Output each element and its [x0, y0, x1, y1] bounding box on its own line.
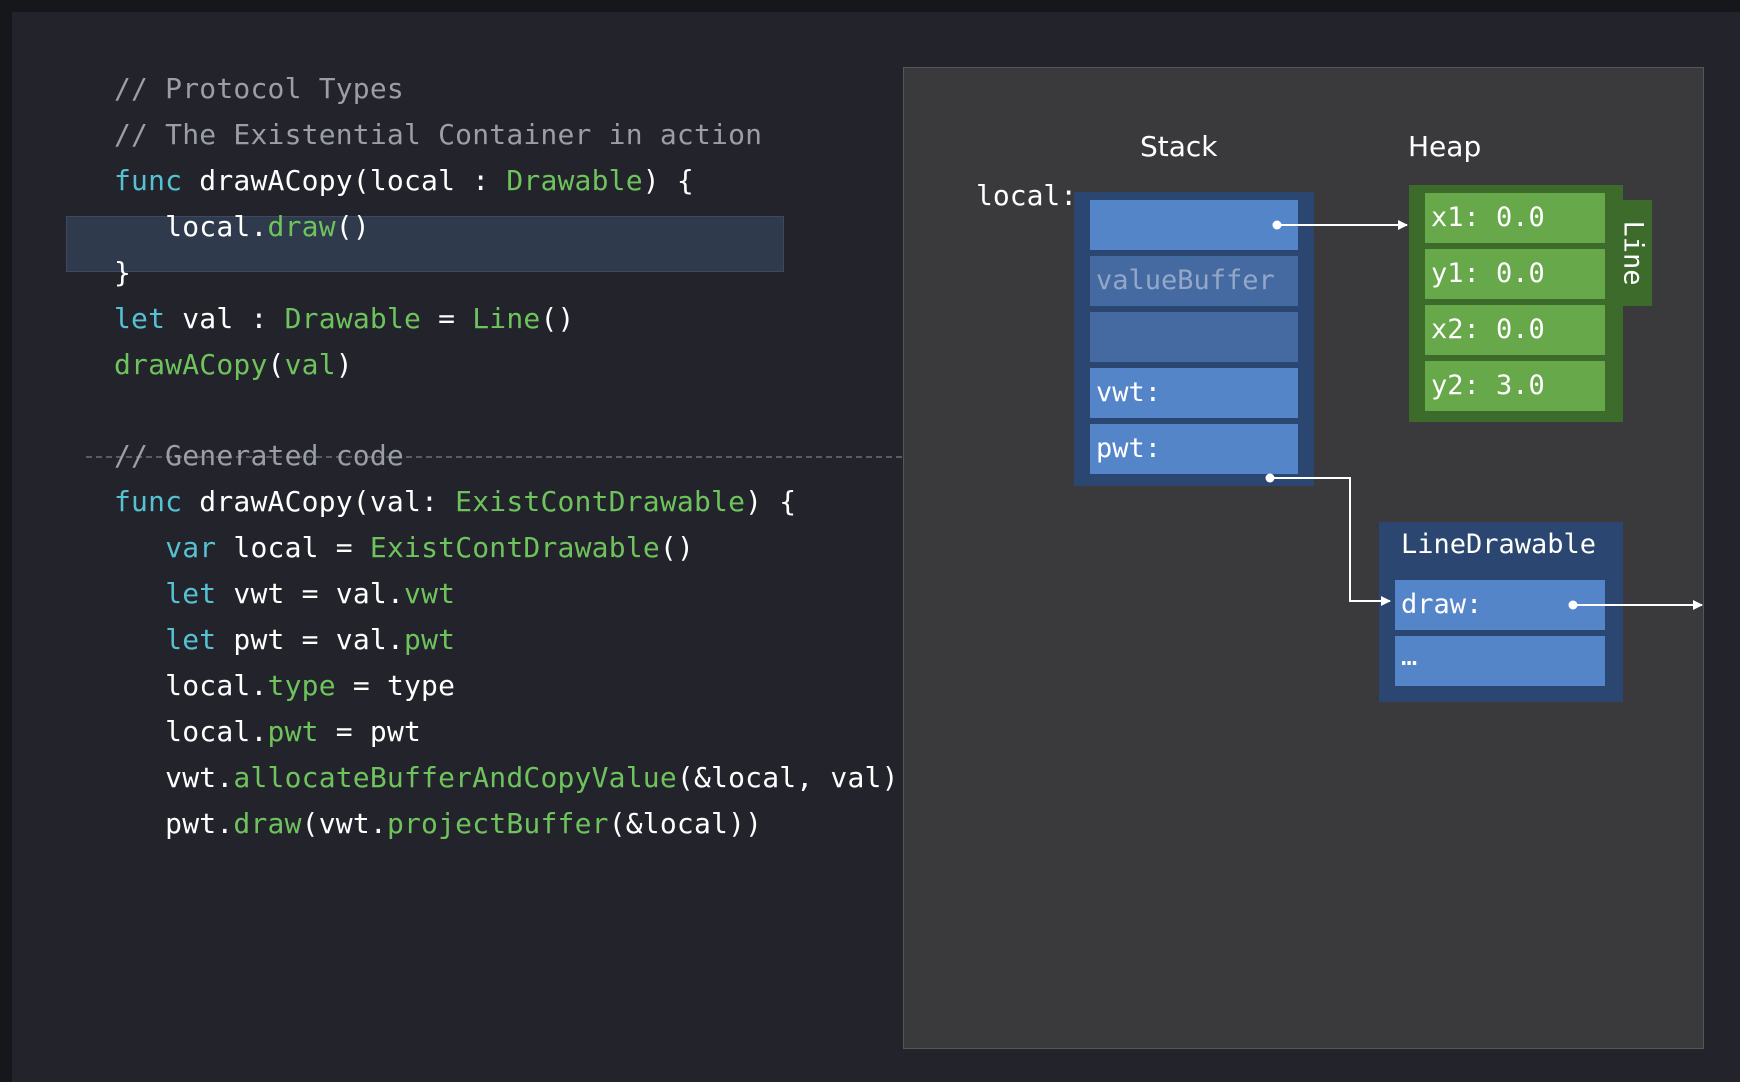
code-token: ExistContDrawable	[455, 485, 746, 518]
code-token: draw	[267, 210, 336, 243]
code-token: pwt = val.	[216, 623, 405, 656]
code-token: vwt = val.	[216, 577, 405, 610]
code-token: let	[165, 623, 217, 656]
code-line: let vwt = val.vwt	[114, 574, 455, 614]
code-token: func	[114, 164, 183, 197]
code-token: ()	[659, 531, 695, 564]
code-token: Drawable	[506, 164, 643, 197]
code-token: type	[267, 669, 336, 702]
code-token: Line	[472, 302, 541, 335]
slide-frame: // Protocol Types // The Existential Cont…	[12, 12, 1740, 1082]
code-line: var local = ExistContDrawable()	[114, 528, 694, 568]
code-token: func	[114, 485, 183, 518]
code-token: val	[284, 348, 336, 381]
code-token: }	[114, 256, 132, 289]
code-line: local.draw()	[114, 207, 370, 247]
code-line: let val : Drawable = Line()	[114, 299, 575, 339]
code-token: let	[165, 577, 217, 610]
pwt-pointer-arrow	[1270, 477, 1391, 606]
code-line: // Generated code	[114, 436, 404, 476]
code-token: draw	[233, 807, 302, 840]
code-token: (vwt.	[301, 807, 387, 840]
code-token: =	[421, 302, 473, 335]
code-token: val :	[165, 302, 285, 335]
code-token: vwt	[404, 577, 456, 610]
code-line: func drawACopy(val: ExistContDrawable) {	[114, 482, 796, 522]
code-line: vwt.allocateBufferAndCopyValue(&local, v…	[114, 758, 899, 798]
code-token: let	[114, 302, 166, 335]
code-line: let pwt = val.pwt	[114, 620, 455, 660]
code-token: pwt	[267, 715, 319, 748]
code-token: (	[267, 348, 285, 381]
code-token: = pwt	[318, 715, 422, 748]
code-line: drawACopy(val)	[114, 345, 353, 385]
pointer-arrows	[1265, 220, 1703, 610]
code-token: projectBuffer	[386, 807, 609, 840]
code-token: local.	[114, 210, 268, 243]
memory-diagram-panel: Stack Heap local: valueBuffer vwt: pwt: …	[903, 67, 1704, 1049]
code-token: (&local, val)	[676, 761, 899, 794]
code-line: // The Existential Container in action	[114, 115, 762, 155]
code-token: var	[165, 531, 217, 564]
code-token: Drawable	[284, 302, 422, 335]
code-line: }	[114, 253, 131, 293]
code-token: ()	[335, 210, 370, 243]
code-token: ) {	[745, 485, 797, 518]
code-token: // Protocol Types	[114, 72, 404, 105]
code-line: func drawACopy(local : Drawable) {	[114, 161, 694, 201]
code-token: ) {	[642, 164, 694, 197]
code-token: pwt.	[114, 807, 234, 840]
code-line: local.pwt = pwt	[114, 712, 421, 752]
code-token: vwt.	[114, 761, 234, 794]
code-token: (&local))	[608, 807, 763, 840]
code-token: pwt	[404, 623, 456, 656]
code-token: local.	[114, 669, 268, 702]
code-token: ()	[540, 302, 575, 335]
code-token: drawACopy(local :	[182, 164, 507, 197]
code-token: allocateBufferAndCopyValue	[233, 761, 677, 794]
code-token: // Generated code	[114, 439, 404, 472]
code-line: pwt.draw(vwt.projectBuffer(&local))	[114, 804, 762, 844]
code-token: // The Existential Container in action	[114, 118, 763, 151]
code-token: local.	[114, 715, 268, 748]
code-token: = type	[335, 669, 456, 702]
code-line: // Protocol Types	[114, 69, 404, 109]
code-line: local.type = type	[114, 666, 455, 706]
code-token: drawACopy	[114, 348, 268, 381]
code-listing: // Protocol Types // The Existential Cont…	[12, 12, 917, 1082]
code-token: drawACopy(val:	[182, 485, 456, 518]
code-token: )	[335, 348, 353, 381]
code-token: local =	[216, 531, 370, 564]
code-token: ExistContDrawable	[369, 531, 660, 564]
